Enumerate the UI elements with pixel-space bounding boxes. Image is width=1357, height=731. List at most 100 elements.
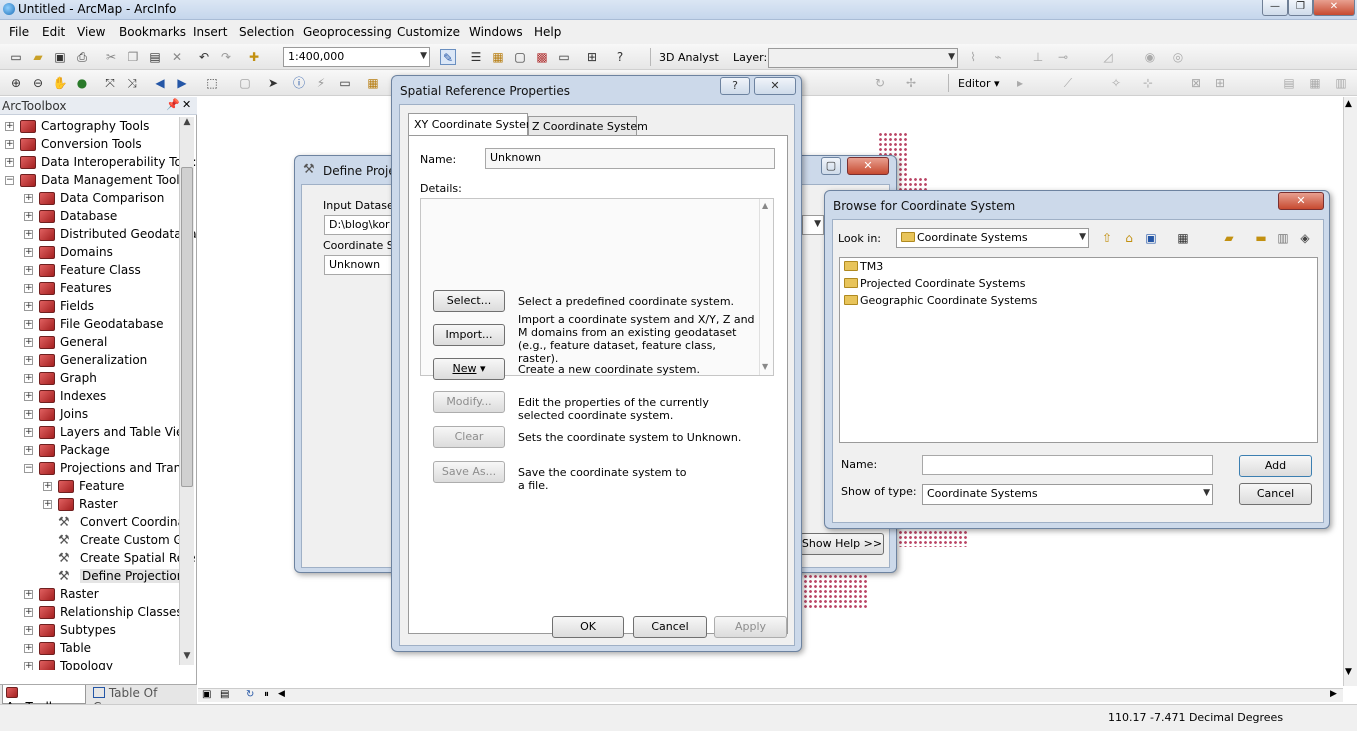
toolbox-item[interactable]: + Relationship Classes: [0, 604, 183, 622]
menu-file[interactable]: File: [9, 25, 29, 39]
toolbox-item[interactable]: − Data Management Tools: [0, 172, 186, 190]
expand-icon[interactable]: +: [24, 320, 33, 329]
menu-geoprocessing[interactable]: Geoprocessing: [303, 25, 392, 39]
expand-icon[interactable]: +: [24, 626, 33, 635]
srp-action-button[interactable]: Select...: [433, 290, 505, 312]
redo-icon[interactable]: ↷: [218, 49, 234, 65]
toolbox-item[interactable]: + Features: [0, 280, 178, 298]
profile-graph-icon[interactable]: ◿: [1100, 49, 1116, 65]
save-icon[interactable]: ▣: [52, 49, 68, 65]
input-dataset-dropdown[interactable]: ▼: [802, 215, 824, 235]
expand-icon[interactable]: +: [24, 248, 33, 257]
expand-icon[interactable]: +: [43, 500, 52, 509]
toolbox-item[interactable]: + Cartography Tools: [0, 118, 178, 136]
toolbox-item[interactable]: + Feature Class: [0, 262, 178, 280]
expand-icon[interactable]: +: [24, 356, 33, 365]
expand-icon[interactable]: +: [5, 122, 14, 131]
steepest-path-icon[interactable]: ⌁: [990, 49, 1006, 65]
expand-icon[interactable]: +: [24, 392, 33, 401]
layer-combo[interactable]: ▼: [768, 48, 958, 68]
menu-windows[interactable]: Windows: [469, 25, 523, 39]
rotate-icon[interactable]: ↻: [872, 75, 888, 91]
up-one-level-icon[interactable]: ⇧: [1099, 230, 1115, 246]
expand-icon[interactable]: +: [24, 644, 33, 653]
expand-icon[interactable]: +: [24, 230, 33, 239]
minimize-dialog-button[interactable]: ▢: [821, 157, 841, 175]
scroll-right-icon[interactable]: ▶: [1330, 689, 1337, 699]
toolbox-item[interactable]: + Feature: [0, 478, 178, 496]
expand-icon[interactable]: +: [24, 284, 33, 293]
reshape-icon[interactable]: ⊞: [1212, 75, 1228, 91]
tab-table-of-contents[interactable]: Table Of Co...: [90, 685, 190, 714]
catalog-options-icon[interactable]: ◈: [1297, 230, 1313, 246]
toolbox-item[interactable]: + Data Interoperability Tool:: [0, 154, 197, 172]
full-extent-icon[interactable]: ●: [74, 75, 90, 91]
add-button[interactable]: Add: [1239, 455, 1312, 477]
3d-analyst-menu[interactable]: 3D Analyst: [659, 51, 719, 64]
data-view-icon[interactable]: ▤: [220, 689, 229, 700]
toolbox-tool-item[interactable]: ⚒ Define Projection: [0, 568, 187, 586]
toolbox-item[interactable]: + Distributed Geodataba: [0, 226, 197, 244]
scroll-up-icon[interactable]: ▲: [762, 201, 768, 210]
toolbox-item[interactable]: + Domains: [0, 244, 178, 262]
connect-folder-icon[interactable]: ▣: [1143, 230, 1159, 246]
menu-bookmarks[interactable]: Bookmarks: [119, 25, 186, 39]
map-scale-combo[interactable]: 1:400,000 ▼: [283, 47, 430, 67]
collapse-icon[interactable]: −: [5, 176, 14, 185]
print-icon[interactable]: ⎙: [74, 49, 90, 65]
expand-icon[interactable]: +: [5, 140, 14, 149]
tab-xy-coordinate-system[interactable]: XY Coordinate System: [408, 113, 537, 135]
pin-icon[interactable]: 📌: [166, 98, 180, 111]
details-scrollbar[interactable]: ▲ ▼: [759, 199, 773, 375]
html-popup-icon[interactable]: ▭: [337, 75, 353, 91]
close-browse-button[interactable]: ✕: [1278, 192, 1324, 210]
menu-edit[interactable]: Edit: [42, 25, 65, 39]
create-features-icon[interactable]: ▥: [1333, 75, 1349, 91]
toolbox-item[interactable]: + Topology: [0, 658, 178, 670]
coordinate-system-folder-item[interactable]: Geographic Coordinate Systems: [844, 294, 1037, 307]
paste-icon[interactable]: ▤: [147, 49, 163, 65]
refresh-icon[interactable]: ↻: [246, 689, 254, 700]
pan-icon[interactable]: ✋: [52, 75, 68, 91]
srp-action-button[interactable]: Import...: [433, 324, 505, 346]
cut-polygon-icon[interactable]: ⊠: [1188, 75, 1204, 91]
toolbox-item[interactable]: + General: [0, 334, 178, 352]
folder-icon[interactable]: ▬: [1253, 230, 1269, 246]
fixed-zoom-in-icon[interactable]: ⤧: [102, 75, 118, 91]
coordinate-system-folder-item[interactable]: Projected Coordinate Systems: [844, 277, 1025, 290]
name-input[interactable]: [922, 455, 1213, 475]
collapse-icon[interactable]: −: [24, 464, 33, 473]
srp-action-button[interactable]: Clear: [433, 426, 505, 448]
scroll-down-icon[interactable]: ▼: [762, 362, 768, 371]
close-define-projection-button[interactable]: ✕: [847, 157, 889, 175]
coordinate-system-folder-item[interactable]: TM3: [844, 260, 883, 273]
expand-icon[interactable]: +: [43, 482, 52, 491]
close-window-button[interactable]: ✕: [1313, 0, 1355, 16]
python-window-icon[interactable]: ▭: [556, 49, 572, 65]
expand-icon[interactable]: +: [24, 662, 33, 670]
zoom-out-icon[interactable]: ⊖: [30, 75, 46, 91]
toolbox-scrollbar[interactable]: ▲ ▼: [179, 117, 194, 665]
split-icon[interactable]: ⊹: [1140, 75, 1156, 91]
straight-segment-icon[interactable]: ⟋: [1060, 75, 1076, 91]
scrollbar-thumb[interactable]: [181, 167, 193, 487]
open-folder-icon[interactable]: ▰: [30, 49, 46, 65]
new-document-icon[interactable]: ▭: [8, 49, 24, 65]
expand-icon[interactable]: +: [24, 446, 33, 455]
find-icon[interactable]: ▦: [365, 75, 381, 91]
new-folder-icon[interactable]: ▰: [1221, 230, 1237, 246]
close-spatial-reference-button[interactable]: ✕: [754, 77, 796, 95]
toolbox-item[interactable]: − Projections and Transf: [0, 460, 192, 478]
expand-icon[interactable]: +: [24, 266, 33, 275]
map-horizontal-scrollbar[interactable]: ▣ ▤ ↻ ⏸ ◀ ▶: [198, 688, 1343, 702]
expand-icon[interactable]: +: [24, 374, 33, 383]
arctoolbox-icon[interactable]: ▩: [534, 49, 550, 65]
scroll-up-icon[interactable]: ▲: [1345, 99, 1352, 109]
interpolate-line-icon[interactable]: ⌇: [965, 49, 981, 65]
editor-menu[interactable]: Editor ▾: [958, 77, 1000, 90]
expand-icon[interactable]: +: [24, 428, 33, 437]
cancel-button[interactable]: Cancel: [633, 616, 707, 638]
toolbox-item[interactable]: + Generalization: [0, 352, 178, 370]
apply-button[interactable]: Apply: [714, 616, 787, 638]
expand-icon[interactable]: +: [24, 410, 33, 419]
